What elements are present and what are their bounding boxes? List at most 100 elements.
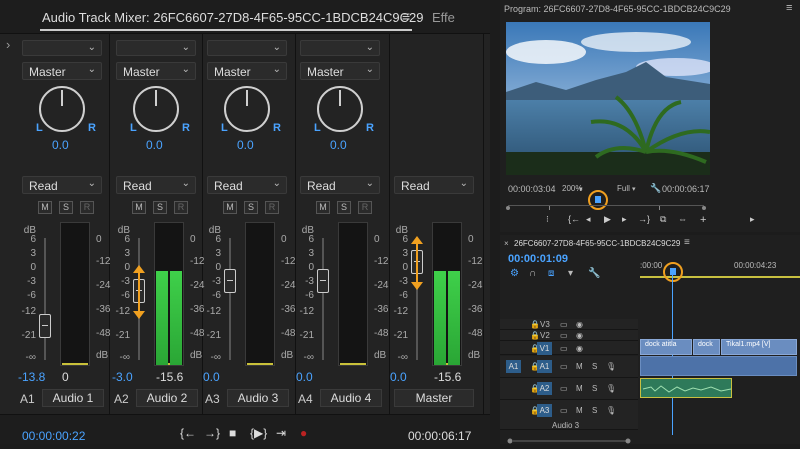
button-editor-icon[interactable]: ▸ [750,214,755,225]
sequence-close-icon[interactable]: × [504,239,509,248]
clip-audio-a2[interactable] [640,378,732,398]
track-label-v3[interactable]: V3 [540,320,550,329]
sync-lock-icon[interactable]: ▭ [560,406,568,415]
input-select[interactable]: ⌄ [207,40,287,56]
clip-video-1[interactable]: dock atitla [640,339,692,355]
track-name[interactable]: Audio 4 [320,389,382,407]
automation-mode-select[interactable]: Read ⌄ [394,176,474,194]
eye-icon[interactable]: ◉ [576,344,583,353]
source-patch-a1[interactable]: A1 [506,360,521,373]
solo-button[interactable]: S [59,201,73,214]
mute-button[interactable]: M [576,384,583,393]
track-name[interactable]: Audio 2 [136,389,198,407]
mute-button[interactable]: M [132,201,146,214]
track-label-v1[interactable]: V1 [537,342,552,355]
clip-video-2[interactable]: dock [693,339,720,355]
step-back-icon[interactable]: ◂ [586,214,591,225]
mic-icon[interactable]: 🎙 [606,384,616,393]
output-select[interactable]: Master ⌄ [116,62,196,80]
mic-icon[interactable]: 🎙 [606,362,616,371]
quality-select[interactable]: Full [617,184,630,193]
track-label-a1[interactable]: A1 [537,360,552,373]
eye-icon[interactable]: ◉ [576,331,583,340]
snap-magnet-icon[interactable]: ∩ [529,268,536,279]
add-button-icon[interactable]: + [700,214,706,226]
step-forward-icon[interactable]: ▸ [622,214,627,225]
track-name[interactable]: Audio 3 [227,389,289,407]
automation-mode-select[interactable]: Read ⌄ [22,176,102,194]
timeline-timecode[interactable]: 00:00:01:09 [508,253,568,265]
output-select[interactable]: Master ⌄ [22,62,102,80]
automation-mode-select[interactable]: Read ⌄ [300,176,380,194]
sync-lock-icon[interactable]: ▭ [560,344,568,353]
input-select[interactable]: ⌄ [22,40,102,56]
clip-audio-a1[interactable] [640,356,797,376]
volume-value[interactable]: 0.0 [203,370,220,384]
volume-value[interactable]: 0.0 [390,370,407,384]
mute-button[interactable]: M [223,201,237,214]
pan-value[interactable]: 0.0 [330,138,347,152]
quality-chevron-icon[interactable]: ▾ [632,185,636,193]
volume-fader[interactable] [317,269,329,293]
panel-menu-icon[interactable]: ≡ [402,8,410,24]
output-select[interactable]: Master ⌄ [207,62,287,80]
step-back-in-icon[interactable]: {← [568,214,580,224]
program-menu-icon[interactable]: ≡ [786,2,792,14]
settings-wrench-icon[interactable]: 🔧 [650,183,661,194]
mark-in-icon[interactable]: ⁝ [546,214,549,225]
solo-button[interactable]: S [244,201,258,214]
record-enable-button[interactable]: R [174,201,188,214]
record-enable-button[interactable]: R [358,201,372,214]
volume-value[interactable]: 0.0 [296,370,313,384]
pan-value[interactable]: 0.0 [52,138,69,152]
volume-value[interactable]: -3.0 [112,370,133,384]
effects-tab[interactable]: Effe [432,10,455,25]
input-select[interactable]: ⌄ [116,40,196,56]
play-in-to-out-button[interactable]: {▶} [250,426,267,440]
input-select[interactable]: ⌄ [300,40,380,56]
loop-button[interactable]: ⇥ [276,426,286,440]
pan-value[interactable]: 0.0 [237,138,254,152]
timeline-playhead-handle[interactable] [670,268,676,275]
timeline-scrollbar[interactable] [506,431,634,444]
mute-button[interactable]: M [576,362,583,371]
insert-nest-icon[interactable]: ⚙ [510,268,519,279]
automation-mode-select[interactable]: Read ⌄ [207,176,287,194]
master-track-name[interactable]: Master [394,389,474,407]
record-enable-button[interactable]: R [80,201,94,214]
pan-knob[interactable] [317,86,363,132]
zoom-chevron-icon[interactable]: ▾ [579,185,583,193]
track-label-a3[interactable]: A3 [537,404,552,417]
mute-button[interactable]: M [576,406,583,415]
sync-lock-icon[interactable]: ▭ [560,362,568,371]
track-name[interactable]: Audio 1 [42,389,104,407]
output-select[interactable]: Master ⌄ [300,62,380,80]
record-enable-button[interactable]: R [265,201,279,214]
clip-video-3[interactable]: Tikal1.mp4 [V] [721,339,797,355]
sync-lock-icon[interactable]: ▭ [560,320,568,329]
pan-knob[interactable] [133,86,179,132]
volume-fader[interactable] [39,314,51,338]
go-to-in-button[interactable]: {← [180,426,196,440]
add-marker-icon[interactable]: ▾ [568,268,573,279]
lock-icon[interactable]: 🔒 [530,331,540,340]
eye-icon[interactable]: ◉ [576,320,583,329]
go-to-out-button[interactable]: →} [204,426,220,440]
sync-lock-icon[interactable]: ▭ [560,384,568,393]
export-frame-icon[interactable]: ⧉ [660,214,666,225]
expand-icon[interactable]: › [6,37,10,52]
solo-button[interactable]: S [592,362,597,371]
linked-selection-icon[interactable]: ⧈ [548,268,554,279]
pan-knob[interactable] [39,86,85,132]
current-timecode[interactable]: 00:00:00:22 [22,429,85,443]
automation-mode-select[interactable]: Read ⌄ [116,176,196,194]
record-button[interactable]: ● [300,426,307,440]
play-icon[interactable]: ▶ [604,214,611,225]
program-title[interactable]: Program: 26FC6607-27D8-4F65-95CC-1BDCB24… [504,4,731,14]
solo-button[interactable]: S [337,201,351,214]
solo-button[interactable]: S [592,384,597,393]
track-label-a2[interactable]: A2 [537,382,552,395]
volume-value[interactable]: -13.8 [18,370,45,384]
lock-icon[interactable]: 🔒 [530,320,540,329]
mixer-tab[interactable]: Audio Track Mixer: 26FC6607-27D8-4F65-95… [42,10,424,25]
